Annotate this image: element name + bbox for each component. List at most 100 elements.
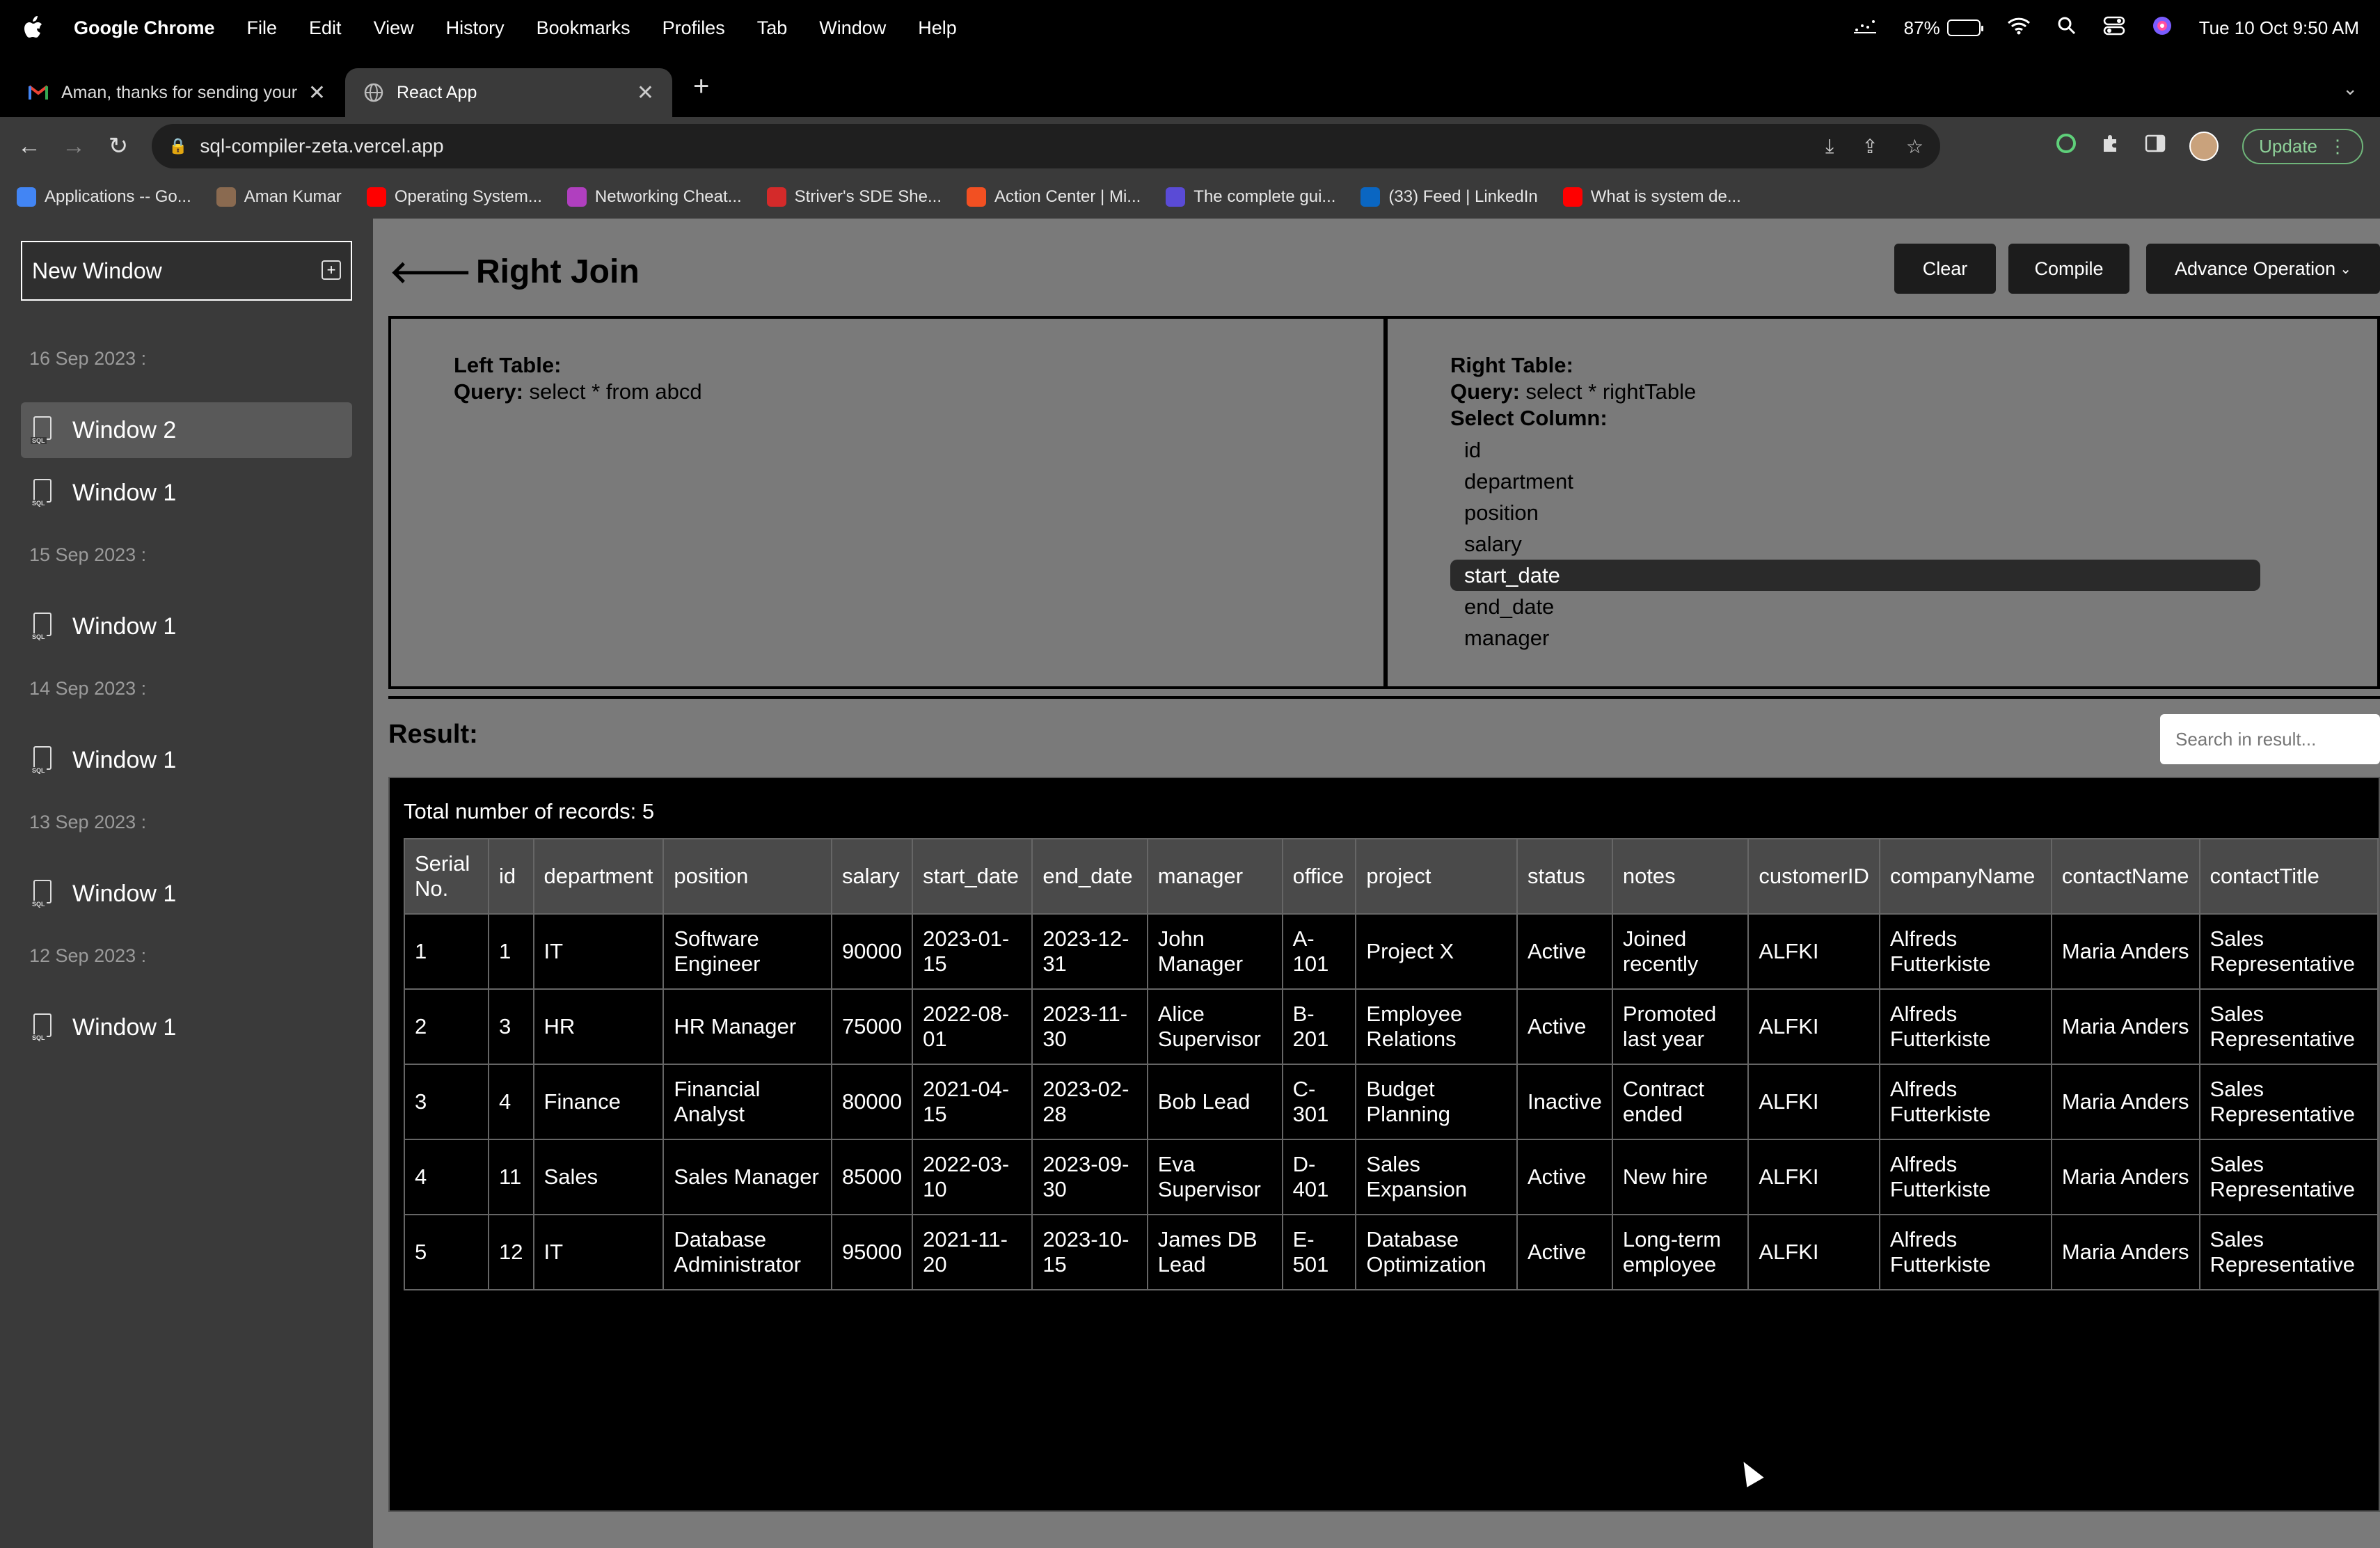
table-cell: 5 [403, 1214, 490, 1290]
table-cell: ALFKI [1747, 1139, 1880, 1215]
sidebar-window-item[interactable]: SQL Window 1 [21, 1000, 352, 1055]
table-cell: Project X [1355, 913, 1518, 990]
new-window-button[interactable]: New Window + [21, 241, 352, 301]
table-cell: E-501 [1281, 1214, 1357, 1290]
compile-button[interactable]: Compile [2008, 244, 2129, 294]
menu-view[interactable]: View [374, 17, 414, 39]
extensions-puzzle-icon[interactable] [2100, 133, 2121, 159]
menu-window[interactable]: Window [819, 17, 886, 39]
menu-history[interactable]: History [446, 17, 505, 39]
close-tab-icon[interactable]: ✕ [308, 81, 326, 105]
sidebar-window-item[interactable]: SQL Window 2 [21, 402, 352, 458]
bookmark-label: Action Center | Mi... [994, 187, 1141, 206]
tab-title: React App [397, 82, 477, 102]
gmail-icon [28, 82, 49, 103]
siri-icon[interactable] [2152, 15, 2173, 41]
sidebar-window-item[interactable]: SQL Window 1 [21, 866, 352, 922]
menu-file[interactable]: File [247, 17, 278, 39]
bookmark-item[interactable]: Operating System... [366, 187, 542, 207]
bookmark-item[interactable]: What is system de... [1562, 187, 1741, 207]
side-panel-icon[interactable] [2145, 134, 2166, 158]
bookmark-item[interactable]: (33) Feed | LinkedIn [1360, 187, 1538, 207]
menu-help[interactable]: Help [918, 17, 957, 39]
menu-profiles[interactable]: Profiles [663, 17, 725, 39]
table-cell: Long-term employee [1611, 1214, 1750, 1290]
close-tab-icon[interactable]: ✕ [637, 81, 654, 105]
table-cell: Promoted last year [1611, 988, 1750, 1065]
tab-strip: Aman, thanks for sending your ✕ React Ap… [0, 56, 2380, 117]
column-option[interactable]: position [1450, 497, 2260, 528]
avatar-icon [216, 187, 236, 207]
table-cell: Alfreds Futterkiste [1878, 988, 2052, 1065]
table-cell: 2023-11-30 [1031, 988, 1148, 1065]
menu-bookmarks[interactable]: Bookmarks [537, 17, 630, 39]
reload-icon[interactable]: ↻ [96, 132, 141, 160]
bookmark-item[interactable]: Striver's SDE She... [766, 187, 942, 207]
bookmark-label: Applications -- Go... [45, 187, 191, 206]
column-option[interactable]: start_date [1450, 560, 2260, 591]
sidebar-window-item[interactable]: SQL Window 1 [21, 732, 352, 788]
tab-react-app[interactable]: React App ✕ [345, 68, 672, 117]
bookmark-item[interactable]: Networking Cheat... [566, 187, 742, 207]
column-option[interactable]: id [1450, 434, 2260, 466]
sidebar-window-item[interactable]: SQL Window 1 [21, 599, 352, 654]
table-cell: Sales Representative [2198, 1214, 2379, 1290]
bookmark-item[interactable]: Aman Kumar [216, 187, 342, 207]
control-center-icon[interactable] [2103, 16, 2125, 40]
add-window-icon[interactable]: + [322, 260, 341, 280]
sql-file-icon: SQL [31, 416, 53, 444]
profile-avatar[interactable] [2189, 132, 2219, 161]
table-cell: Maria Anders [2050, 1214, 2200, 1290]
install-app-icon[interactable]: ⤓ [1825, 135, 1834, 158]
bookmark-star-icon[interactable]: ☆ [1906, 135, 1923, 158]
address-bar[interactable]: 🔒 sql-compiler-zeta.vercel.app ⤓ ⇪ ☆ [152, 124, 1940, 168]
bookmark-item[interactable]: The complete gui... [1166, 187, 1335, 207]
app-sidebar: New Window + 16 Sep 2023 : SQL Window 2 … [0, 219, 373, 1548]
clear-button[interactable]: Clear [1894, 244, 1996, 294]
extension-ring-icon[interactable] [2056, 133, 2077, 159]
tuf-icon [766, 187, 786, 207]
bookmark-label: Aman Kumar [244, 187, 342, 206]
menu-tab[interactable]: Tab [757, 17, 788, 39]
wifi-icon[interactable] [2007, 17, 2031, 40]
lock-icon[interactable]: 🔒 [168, 137, 187, 155]
back-arrow-icon[interactable]: ← [7, 133, 51, 160]
menu-app-name[interactable]: Google Chrome [74, 17, 215, 39]
new-tab-plus-icon[interactable]: + [693, 71, 709, 102]
column-option[interactable]: salary [1450, 528, 2260, 560]
column-header: companyName [1878, 838, 2052, 915]
toolbar-right: Update ⋮ [2056, 117, 2363, 175]
activity-icon[interactable] [1853, 17, 1878, 39]
update-button[interactable]: Update ⋮ [2242, 128, 2363, 164]
tab-search-chevron-icon[interactable]: ⌄ [2342, 78, 2358, 100]
battery-indicator[interactable]: 87% [1904, 17, 1983, 39]
back-arrow-icon[interactable]: 🡐 [390, 253, 472, 290]
result-header: Result: [388, 696, 2380, 777]
kebab-menu-icon[interactable]: ⋮ [2329, 136, 2347, 157]
tab-gmail[interactable]: Aman, thanks for sending your ✕ [10, 68, 344, 117]
table-cell: Active [1516, 1214, 1613, 1290]
forward-arrow-icon[interactable]: → [51, 133, 96, 160]
advance-operation-dropdown[interactable]: Advance Operation ⌄ [2146, 244, 2380, 294]
date-group-label: 15 Sep 2023 : [29, 544, 147, 565]
bookmark-item[interactable]: Applications -- Go... [17, 187, 191, 207]
search-results-input[interactable] [2160, 714, 2380, 764]
table-cell: IT [532, 913, 665, 990]
right-table-info: Right Table: Query: select * rightTable … [1450, 352, 2260, 654]
table-cell: ALFKI [1747, 988, 1880, 1065]
apple-logo-icon[interactable] [21, 14, 46, 42]
bookmark-item[interactable]: Action Center | Mi... [966, 187, 1141, 207]
query-label: Query: [454, 379, 523, 404]
menubar-datetime[interactable]: Tue 10 Oct 9:50 AM [2199, 17, 2359, 39]
column-header: end_date [1031, 838, 1148, 915]
share-icon[interactable]: ⇪ [1862, 135, 1878, 158]
column-option[interactable]: end_date [1450, 591, 2260, 622]
sidebar-window-item[interactable]: SQL Window 1 [21, 465, 352, 521]
url-text[interactable]: sql-compiler-zeta.vercel.app [200, 135, 443, 157]
column-option[interactable]: manager [1450, 622, 2260, 654]
column-option[interactable]: department [1450, 466, 2260, 497]
spotlight-search-icon[interactable] [2057, 16, 2077, 40]
browser-toolbar: ← → ↻ 🔒 sql-compiler-zeta.vercel.app ⤓ ⇪… [0, 117, 2380, 175]
menu-edit[interactable]: Edit [309, 17, 342, 39]
table-cell: Alice Supervisor [1146, 988, 1283, 1065]
